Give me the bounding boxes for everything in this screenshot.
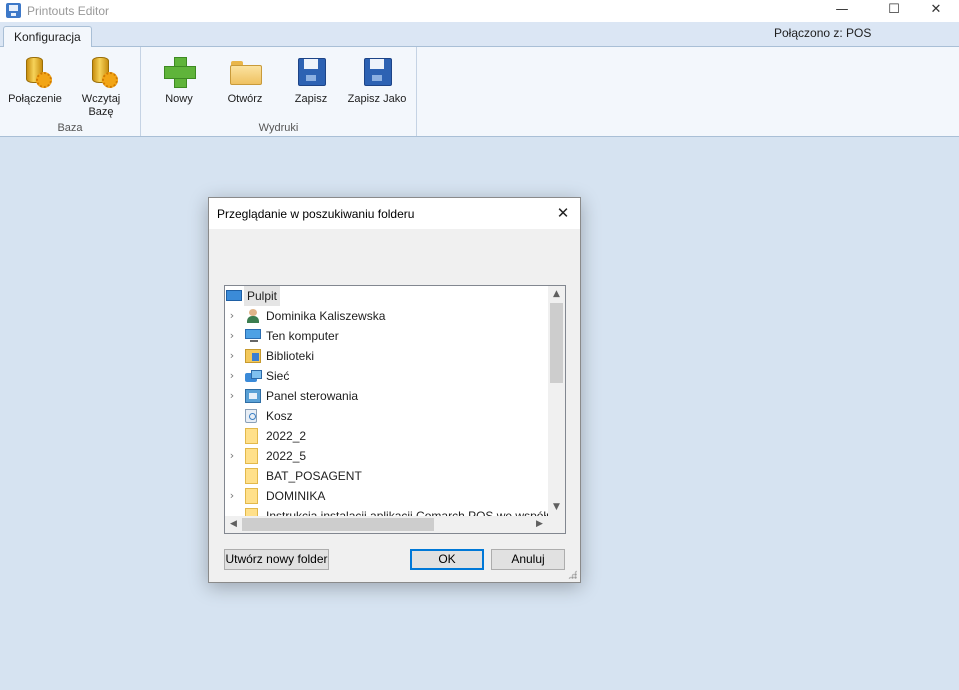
- browse-folder-dialog: Przeglądanie w poszukiwaniu folderu ✕ Pu…: [208, 197, 581, 583]
- database-load-icon: [85, 55, 118, 88]
- chevron-right-icon[interactable]: ›: [227, 486, 237, 506]
- folder-tree[interactable]: Pulpit › Dominika Kaliszewska › Ten komputer…: [224, 285, 566, 534]
- computer-icon: [245, 329, 261, 342]
- tree-item-label: BAT_POSAGENT: [266, 469, 362, 483]
- control-panel-icon: [245, 389, 261, 403]
- new-button[interactable]: Nowy: [144, 53, 214, 121]
- tree-item[interactable]: 2022_2: [225, 426, 548, 446]
- chevron-right-icon[interactable]: ›: [227, 326, 237, 346]
- connection-status: Połączono z: POS: [774, 26, 872, 40]
- folder-icon: [245, 468, 258, 484]
- save-button-label: Zapisz: [294, 93, 328, 105]
- vertical-scroll-thumb[interactable]: [550, 303, 563, 383]
- folder-icon: [245, 428, 258, 444]
- tree-item[interactable]: BAT_POSAGENT: [225, 466, 548, 486]
- save-button[interactable]: Zapisz: [276, 53, 346, 121]
- tree-item-label: Sieć: [266, 369, 290, 383]
- tree-item[interactable]: Pulpit: [225, 286, 548, 306]
- tree-item[interactable]: Instrukcja instalacji aplikacji Comarch …: [225, 506, 548, 516]
- ok-button[interactable]: OK: [410, 549, 484, 570]
- tree-item-label: Instrukcja instalacji aplikacji Comarch …: [266, 509, 548, 516]
- dialog-close-icon[interactable]: ✕: [552, 202, 574, 224]
- load-database-button[interactable]: Wczytaj Bazę: [66, 53, 136, 121]
- folder-icon: [245, 448, 258, 464]
- tree-item-label: Kosz: [266, 409, 293, 423]
- maximize-button[interactable]: ☐: [871, 0, 917, 22]
- ribbon-group-baza: Połączenie Wczytaj Bazę Baza: [0, 47, 141, 136]
- folder-icon: [245, 508, 258, 516]
- scroll-up-icon[interactable]: ▲: [548, 286, 565, 303]
- tree-item-label: Ten komputer: [266, 329, 339, 343]
- tree-item-label: DOMINIKA: [266, 489, 326, 503]
- load-database-button-label: Wczytaj Bazę: [81, 93, 121, 118]
- plus-icon: [163, 55, 196, 88]
- tree-item[interactable]: › 2022_5: [225, 446, 548, 466]
- floppy-disk-icon: [295, 55, 327, 87]
- group-label-baza: Baza: [57, 122, 83, 134]
- save-as-button[interactable]: Zapisz Jako: [342, 53, 412, 121]
- folder-icon: [245, 488, 258, 504]
- chevron-right-icon[interactable]: ›: [227, 386, 237, 406]
- scroll-corner: [548, 516, 565, 533]
- close-button[interactable]: ✕: [913, 0, 959, 22]
- chevron-right-icon[interactable]: ›: [227, 306, 237, 326]
- tree-item[interactable]: › Sieć: [225, 366, 548, 386]
- floppy-disk-icon: [361, 55, 393, 87]
- tree-item-label: 2022_5: [266, 449, 307, 463]
- tree-item[interactable]: Kosz: [225, 406, 548, 426]
- tree-item-label: Panel sterowania: [266, 389, 359, 403]
- connection-button[interactable]: Połączenie: [0, 53, 70, 121]
- dialog-title: Przeglądanie w poszukiwaniu folderu: [217, 207, 415, 221]
- connection-button-label: Połączenie: [8, 93, 62, 105]
- open-button-label: Otwórz: [227, 93, 263, 105]
- new-folder-button[interactable]: Utwórz nowy folder: [224, 549, 329, 570]
- chevron-right-icon: [227, 426, 237, 446]
- folder-tree-list: Pulpit › Dominika Kaliszewska › Ten komputer…: [225, 286, 548, 516]
- app-icon: [6, 3, 21, 18]
- resize-grip-icon[interactable]: [568, 570, 577, 579]
- tree-item-label: Biblioteki: [266, 349, 315, 363]
- chevron-right-icon: [227, 466, 237, 486]
- cancel-button[interactable]: Anuluj: [491, 549, 565, 570]
- horizontal-scrollbar[interactable]: ◀ ▶: [225, 516, 548, 533]
- group-label-wydruki: Wydruki: [258, 122, 299, 134]
- horizontal-scroll-thumb[interactable]: [242, 518, 434, 531]
- tree-item-label: Pulpit: [244, 286, 281, 306]
- tree-item-label: 2022_2: [266, 429, 307, 443]
- ribbon-tabstrip: Konfiguracja Połączono z: POS: [0, 22, 959, 48]
- libraries-icon: [245, 349, 261, 363]
- ribbon: Połączenie Wczytaj Bazę Baza Nowy Otwórz…: [0, 47, 959, 137]
- recycle-bin-icon: [245, 409, 257, 423]
- user-icon: [245, 309, 261, 323]
- tree-item[interactable]: › Panel sterowania: [225, 386, 548, 406]
- tree-item[interactable]: › DOMINIKA: [225, 486, 548, 506]
- tree-item-label: Dominika Kaliszewska: [266, 309, 386, 323]
- scroll-left-icon[interactable]: ◀: [225, 516, 242, 533]
- chevron-right-icon: [227, 506, 237, 516]
- network-icon: [245, 369, 262, 383]
- app-title: Printouts Editor: [27, 4, 110, 18]
- new-button-label: Nowy: [165, 93, 193, 105]
- save-as-button-label: Zapisz Jako: [347, 93, 407, 105]
- tree-item[interactable]: › Biblioteki: [225, 346, 548, 366]
- tree-item[interactable]: › Dominika Kaliszewska: [225, 306, 548, 326]
- open-button[interactable]: Otwórz: [210, 53, 280, 121]
- folder-open-icon: [229, 55, 262, 87]
- scroll-down-icon[interactable]: ▼: [548, 499, 565, 516]
- title-bar: Printouts Editor — ☐ ✕: [0, 0, 959, 22]
- tree-item[interactable]: › Ten komputer: [225, 326, 548, 346]
- ribbon-group-wydruki: Nowy Otwórz Zapisz Zapisz Jako Wydruki: [141, 47, 417, 136]
- chevron-right-icon: [227, 406, 237, 426]
- chevron-right-icon[interactable]: ›: [227, 366, 237, 386]
- tab-konfiguracja[interactable]: Konfiguracja: [3, 26, 92, 48]
- scroll-right-icon[interactable]: ▶: [531, 516, 548, 533]
- minimize-button[interactable]: —: [819, 0, 865, 22]
- vertical-scrollbar[interactable]: ▲ ▼: [548, 286, 565, 516]
- desktop-icon: [226, 290, 242, 301]
- dialog-title-bar: Przeglądanie w poszukiwaniu folderu ✕: [209, 198, 580, 229]
- database-icon: [19, 55, 52, 88]
- chevron-right-icon[interactable]: ›: [227, 446, 237, 466]
- chevron-right-icon[interactable]: ›: [227, 346, 237, 366]
